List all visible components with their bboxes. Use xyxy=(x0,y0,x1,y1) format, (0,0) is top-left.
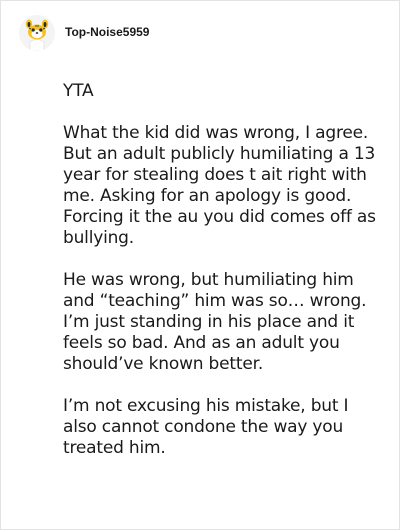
comment-card: Top-Noise5959 YTA What the kid did was w… xyxy=(0,0,400,530)
avatar[interactable] xyxy=(19,15,55,51)
comment-header: Top-Noise5959 xyxy=(19,15,149,51)
comment-paragraph: What the kid did was wrong, I agree. But… xyxy=(63,123,376,248)
comment-body: YTA What the kid did was wrong, I agree.… xyxy=(63,81,383,480)
snoo-avatar-icon xyxy=(19,15,55,51)
username[interactable]: Top-Noise5959 xyxy=(65,25,149,39)
comment-paragraph: I’m not excusing his mistake, but I also… xyxy=(63,396,349,458)
comment-paragraph: He was wrong, but humiliating him and “t… xyxy=(63,270,367,374)
comment-paragraph: YTA xyxy=(63,81,94,101)
